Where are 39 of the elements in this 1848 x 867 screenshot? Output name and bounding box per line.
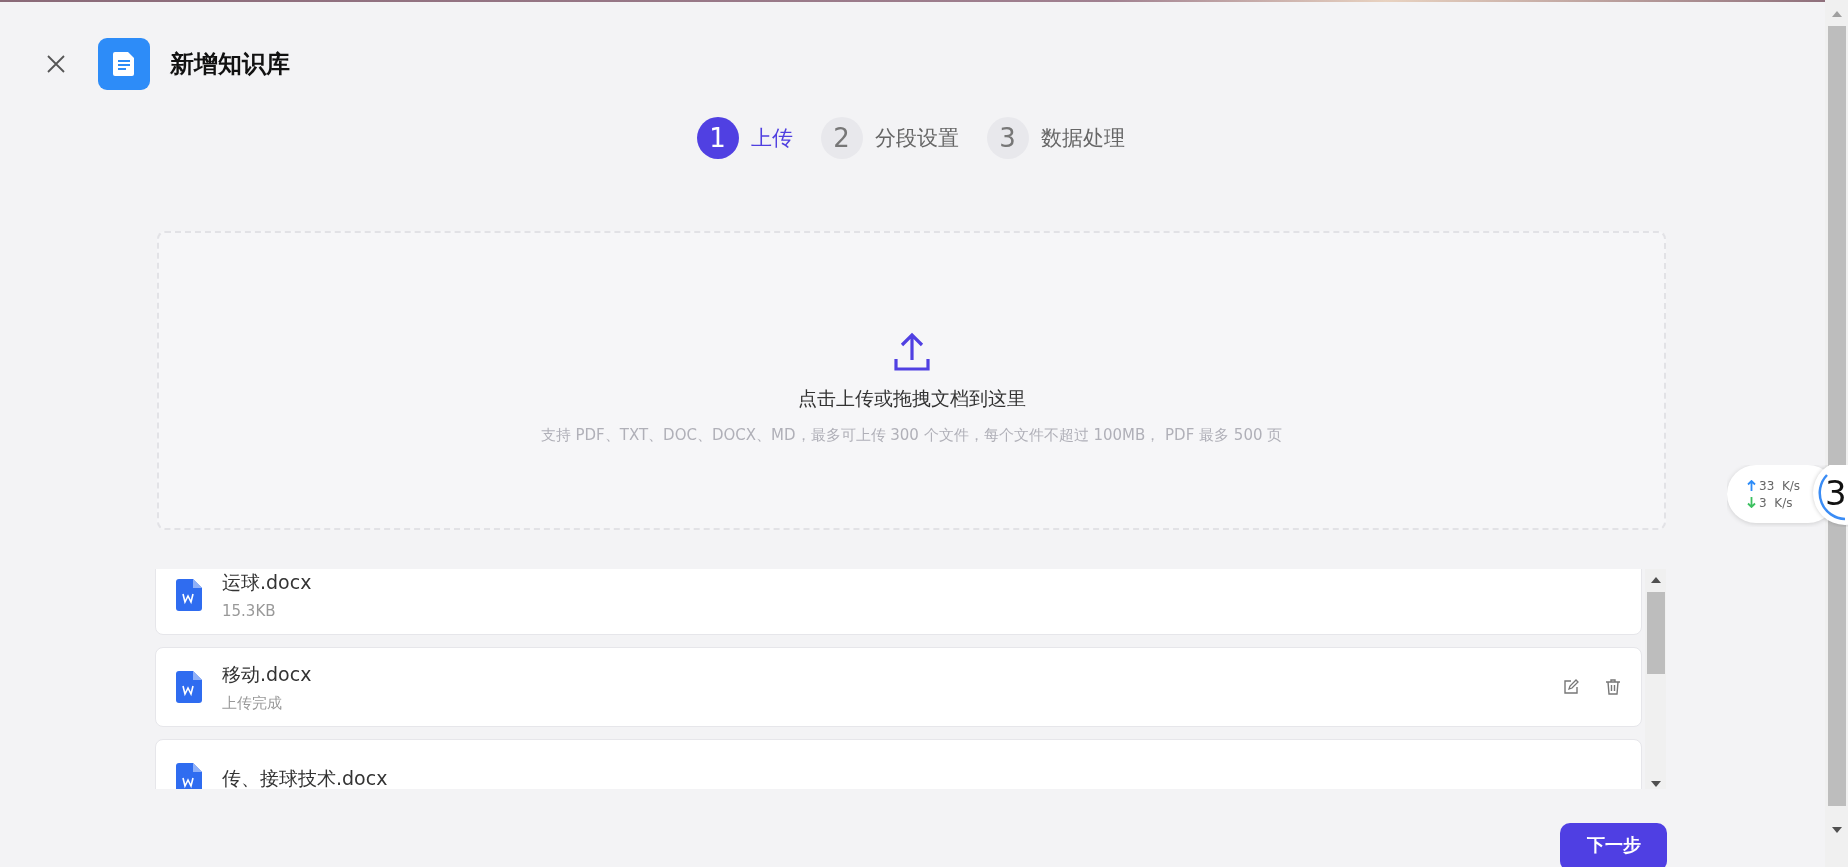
word-file-icon — [176, 579, 202, 611]
badge-number: 3 — [1825, 473, 1847, 513]
step-number: 2 — [820, 117, 863, 159]
file-status: 上传完成 — [222, 693, 283, 713]
word-file-icon — [176, 671, 202, 703]
file-name: 移动.docx — [222, 661, 313, 687]
step-tab[interactable]: 3 数据处理 — [986, 117, 1125, 159]
file-card[interactable]: 传、接球技术.docx — [155, 739, 1642, 789]
step-tab[interactable]: 2 分段设置 — [820, 117, 959, 159]
upload-prompt: 点击上传或拖拽文档到这里 — [797, 386, 1026, 411]
scroll-down-icon[interactable] — [1649, 780, 1662, 788]
step-number: 1 — [696, 117, 739, 159]
file-status: 15.3KB — [222, 602, 277, 620]
upload-arrow-icon — [1747, 480, 1756, 491]
file-card[interactable]: 移动.docx 上传完成 — [155, 647, 1642, 727]
step-label: 分段设置 — [874, 125, 959, 152]
download-arrow-icon — [1747, 497, 1756, 508]
file-name: 运球.docx — [222, 570, 313, 595]
next-button[interactable]: 下一步 — [1560, 823, 1667, 867]
upload-hint: 支持 PDF、TXT、DOC、DOCX、MD，最多可上传 300 个文件，每个文件不超过 100MB， PDF 最多 500 页 — [540, 426, 1283, 445]
step-label: 上传 — [750, 125, 793, 152]
edit-icon[interactable] — [1563, 679, 1579, 695]
page-scrollbar[interactable] — [1825, 0, 1848, 867]
file-card[interactable]: 运球.docx 15.3KB — [155, 569, 1642, 635]
document-icon — [98, 38, 150, 90]
delete-icon[interactable] — [1605, 679, 1621, 695]
file-name: 传、接球技术.docx — [222, 766, 389, 789]
step-number: 3 — [986, 117, 1029, 159]
upload-speed: 33 K/s — [1759, 478, 1801, 493]
upload-icon — [891, 332, 932, 372]
upload-dropzone[interactable]: 点击上传或拖拽文档到这里 支持 PDF、TXT、DOC、DOCX、MD，最多可上传 300 个文件，每个文件不超过 100MB， PDF 最多 500 页 — [157, 231, 1666, 530]
download-speed: 3 K/s — [1759, 495, 1793, 510]
page-title: 新增知识库 — [170, 49, 290, 80]
step-tab[interactable]: 1 上传 — [696, 117, 793, 159]
list-scrollbar[interactable] — [1645, 569, 1666, 789]
scroll-down-icon[interactable] — [1830, 826, 1843, 834]
step-label: 数据处理 — [1040, 125, 1125, 152]
word-file-icon — [176, 763, 202, 789]
scroll-up-icon[interactable] — [1649, 576, 1662, 584]
